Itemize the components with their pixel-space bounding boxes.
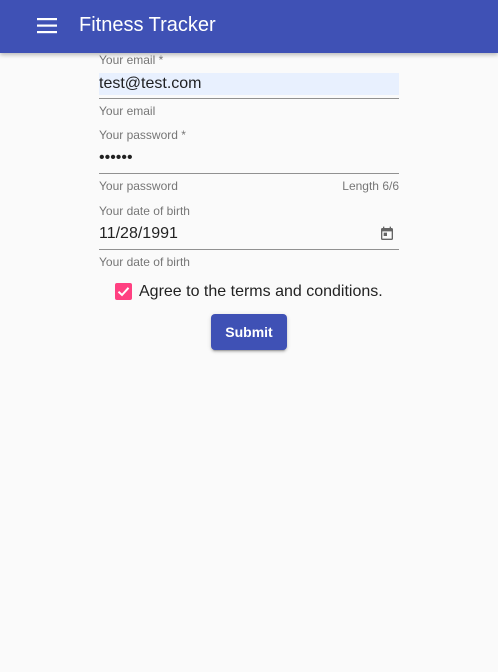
email-input[interactable]: [99, 73, 399, 95]
password-underline: [99, 173, 399, 174]
submit-button[interactable]: Submit: [211, 314, 287, 350]
email-label: Your email *: [99, 53, 164, 67]
password-input[interactable]: ••••••: [99, 148, 399, 170]
birthdate-underline: [99, 249, 399, 250]
birthdate-hint: Your date of birth: [99, 255, 190, 269]
calendar-icon: [379, 226, 395, 242]
password-length-counter: Length 6/6: [342, 179, 399, 193]
app-title: Fitness Tracker: [79, 14, 216, 36]
terms-checkbox[interactable]: [115, 283, 132, 300]
terms-label[interactable]: Agree to the terms and conditions.: [139, 283, 383, 301]
birthdate-input[interactable]: [99, 223, 369, 245]
datepicker-toggle[interactable]: [379, 226, 395, 242]
menu-button[interactable]: [31, 11, 63, 41]
email-underline: [99, 98, 399, 99]
birthdate-label: Your date of birth: [99, 204, 190, 218]
password-hint: Your password: [99, 179, 178, 193]
email-hint: Your email: [99, 104, 156, 118]
password-label: Your password *: [99, 128, 186, 142]
app-toolbar: Fitness Tracker: [0, 0, 498, 53]
checkmark-icon: [115, 283, 132, 300]
menu-icon: [31, 11, 63, 41]
